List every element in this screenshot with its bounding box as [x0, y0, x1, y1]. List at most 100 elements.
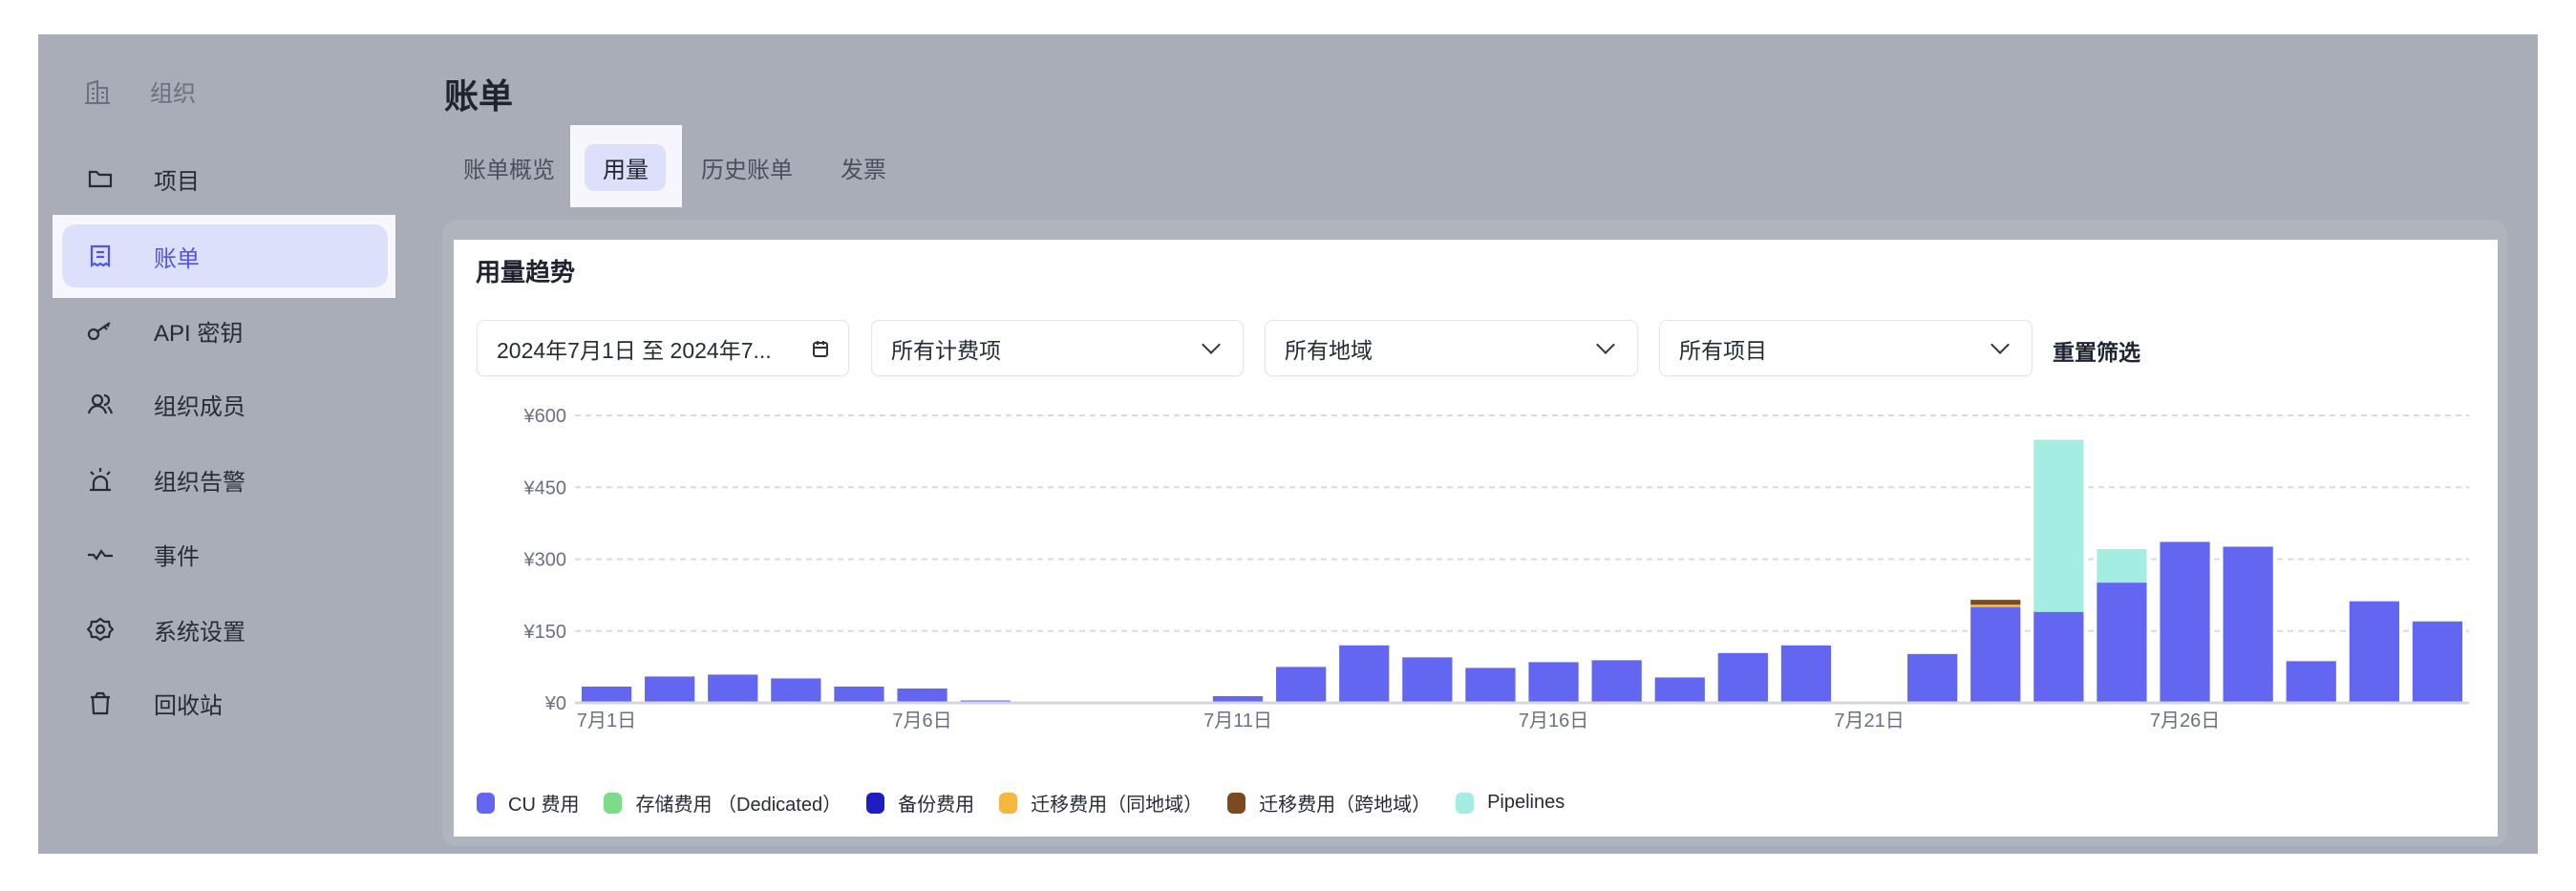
- sidebar-item-label: 系统设置: [154, 619, 245, 646]
- activity-icon: [83, 541, 117, 567]
- bar-segment: [2033, 611, 2084, 703]
- bar-segment: [1654, 677, 1705, 703]
- legend-swatch: [1227, 792, 1246, 814]
- legend-label: 迁移费用（同地域）: [1031, 795, 1203, 816]
- bar-segment: [2412, 621, 2463, 703]
- x-tick-label: 7月11日: [1203, 711, 1272, 732]
- card-title: 用量趋势: [476, 258, 576, 286]
- sidebar-item-members[interactable]: 组织成员: [62, 372, 388, 435]
- bar-segment: [2033, 439, 2084, 612]
- bar-segment: [771, 678, 821, 703]
- bar-segment: [1465, 668, 1516, 703]
- legend-item[interactable]: 迁移费用（跨地域）: [1227, 789, 1431, 817]
- tab-invoices[interactable]: 发票: [841, 151, 886, 184]
- gear-icon: [83, 616, 117, 643]
- bar-segment: [1276, 667, 1327, 703]
- legend-label: 备份费用: [898, 795, 975, 816]
- sidebar-item-api-keys[interactable]: API 密钥: [62, 299, 388, 362]
- x-tick-label: 7月1日: [577, 711, 636, 732]
- bar-segment: [897, 688, 947, 703]
- sidebar-item-events[interactable]: 事件: [62, 522, 388, 585]
- y-tick-label: ¥150: [523, 622, 567, 643]
- reset-filters-button[interactable]: 重置筛选: [2053, 334, 2140, 367]
- calendar-icon: [813, 340, 828, 357]
- sidebar-item-label: API 密钥: [154, 320, 244, 347]
- bar-segment: [1970, 606, 2021, 703]
- y-tick-label: ¥300: [523, 550, 567, 571]
- x-tick-label: 7月6日: [892, 711, 951, 732]
- bar-segment: [1402, 657, 1453, 703]
- bar-segment: [1591, 660, 1642, 703]
- legend-label: 存储费用 （Dedicated）: [635, 795, 842, 816]
- legend-item[interactable]: 迁移费用（同地域）: [999, 789, 1203, 817]
- building-icon: [85, 79, 110, 104]
- chevron-down-icon: [1596, 334, 1615, 354]
- legend-item[interactable]: 备份费用: [866, 789, 974, 817]
- chart-legend: CU 费用 存储费用 （Dedicated） 备份费用 迁移费用（同地域） 迁移费用（跨…: [477, 789, 1589, 817]
- bar-segment: [1528, 662, 1579, 703]
- bar-segment: [2223, 546, 2273, 703]
- page-title: 账单: [444, 76, 514, 116]
- bar-segment: [2097, 548, 2147, 583]
- legend-label: 迁移费用（跨地域）: [1259, 795, 1432, 816]
- sidebar-org-header: 组织: [83, 74, 196, 108]
- chevron-down-icon: [1991, 334, 2010, 354]
- x-tick-label: 7月21日: [1834, 711, 1904, 732]
- sidebar-item-settings[interactable]: 系统设置: [62, 598, 388, 661]
- chevron-down-icon: [1202, 334, 1221, 354]
- tab-overview[interactable]: 账单概览: [463, 151, 555, 184]
- date-range-picker[interactable]: 2024年7月1日 至 2024年7...: [477, 320, 849, 376]
- legend-label: CU 费用: [508, 795, 580, 816]
- billing-item-value: 所有计费项: [891, 337, 1001, 363]
- bar-segment: [2160, 541, 2210, 703]
- receipt-icon: [83, 243, 117, 269]
- sidebar-item-alerts[interactable]: 组织告警: [62, 448, 388, 511]
- folder-icon: [83, 165, 117, 192]
- sidebar-item-label: 账单: [154, 245, 200, 272]
- y-tick-label: ¥0: [544, 693, 566, 714]
- legend-swatch: [999, 792, 1018, 814]
- bar-segment: [2286, 661, 2336, 703]
- legend-swatch: [477, 792, 495, 814]
- legend-swatch: [604, 792, 623, 814]
- sidebar-item-label: 组织告警: [154, 469, 245, 496]
- sidebar-item-label: 事件: [154, 543, 200, 570]
- sidebar-item-label: 组织成员: [154, 393, 245, 420]
- sidebar-item-billing[interactable]: 账单: [62, 224, 388, 287]
- bar-segment: [2097, 583, 2147, 703]
- org-label: 组织: [150, 81, 196, 107]
- y-tick-label: ¥600: [523, 406, 567, 427]
- billing-item-select[interactable]: 所有计费项: [871, 320, 1244, 376]
- legend-item[interactable]: CU 费用: [477, 789, 579, 817]
- x-tick-label: 7月16日: [1519, 711, 1588, 732]
- legend-swatch: [866, 792, 885, 814]
- bar-segment: [1907, 653, 1958, 703]
- bar-segment: [708, 674, 758, 703]
- users-icon: [83, 391, 117, 417]
- project-value: 所有项目: [1679, 337, 1767, 363]
- region-value: 所有地域: [1285, 337, 1373, 363]
- legend-label: Pipelines: [1487, 792, 1565, 813]
- sidebar-item-label: 项目: [154, 168, 200, 195]
- bar-segment: [1339, 645, 1390, 703]
- bar-segment: [1717, 652, 1768, 703]
- bar-segment: [1780, 645, 1832, 703]
- sidebar-item-projects[interactable]: 项目: [62, 147, 388, 210]
- y-tick-label: ¥450: [523, 477, 567, 499]
- bar-segment: [581, 686, 632, 703]
- tab-usage[interactable]: 用量: [603, 151, 649, 184]
- project-select[interactable]: 所有项目: [1659, 320, 2033, 376]
- tab-history[interactable]: 历史账单: [701, 151, 793, 184]
- bar-segment: [2349, 601, 2399, 703]
- region-select[interactable]: 所有地域: [1265, 320, 1638, 376]
- x-tick-label: 7月26日: [2150, 711, 2220, 732]
- bar-segment: [1970, 605, 2021, 607]
- legend-item[interactable]: Pipelines: [1456, 792, 1565, 814]
- sidebar-item-trash[interactable]: 回收站: [62, 671, 388, 734]
- usage-bar-chart: ¥0 ¥150 ¥300 ¥450 ¥600 7月1日 7月6日 7月11日 7月16日 7月21…: [523, 406, 2469, 732]
- alarm-icon: [83, 466, 117, 493]
- key-icon: [83, 317, 117, 344]
- bar-segment: [645, 676, 695, 703]
- legend-swatch: [1456, 792, 1475, 814]
- legend-item[interactable]: 存储费用 （Dedicated）: [604, 789, 841, 817]
